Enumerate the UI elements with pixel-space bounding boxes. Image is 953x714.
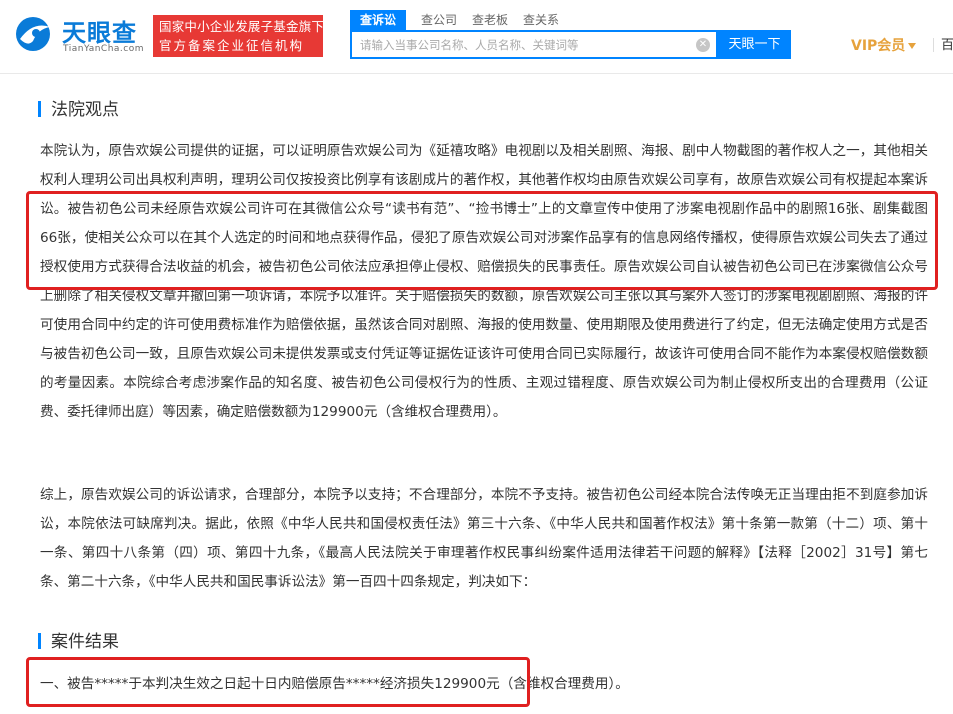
search-input[interactable] [352,32,692,57]
tianyancha-logo[interactable]: 天眼查 TianYanCha.com [14,11,144,57]
badge-line-2: 官方备案企业征信机构 [159,38,305,53]
vip-label: VIP会员 [851,38,906,54]
court-opinion-paragraph-2: 综上，原告欢娱公司的诉讼请求，合理部分，本院予以支持；不合理部分，本院不予支持。… [40,487,928,590]
tab-lawsuit[interactable]: 查诉讼 [350,10,407,30]
search-tabs: 查诉讼 查公司 查老板 查关系 [350,10,574,30]
search-button[interactable]: 天眼一下 [718,30,791,59]
caret-down-icon [908,43,917,49]
top-navigation-bar: 天眼查 TianYanCha.com 国家中小企业发展子基金旗下 官方备案企业征… [0,0,953,74]
logo-domain: TianYanCha.com [63,44,145,54]
case-result-paragraph-1: 一、被告*****于本判决生效之日起十日内赔偿原告*****经济损失129900… [40,676,629,692]
tab-relation[interactable]: 查关系 [523,10,559,30]
section-marker [38,101,41,117]
nav-more-item[interactable]: 百 [941,34,953,53]
court-opinion-title: 法院观点 [51,100,119,120]
badge-line-1: 国家中小企业发展子基金旗下 [159,19,325,34]
court-opinion-paragraph-1: 本院认为，原告欢娱公司提供的证据，可以证明原告欢娱公司为《延禧攻略》电视剧以及相… [40,143,928,420]
case-result-title: 案件结果 [51,632,119,652]
tab-company[interactable]: 查公司 [421,10,457,30]
section-marker [38,633,41,649]
search-box: ✕ [350,30,718,59]
official-badge: 国家中小企业发展子基金旗下 官方备案企业征信机构 [153,15,325,57]
tab-boss[interactable]: 查老板 [472,10,508,30]
court-opinion-heading: 法院观点 [38,99,119,121]
nav-divider [933,38,934,52]
logo-name: 天眼查 [62,19,137,47]
clear-icon[interactable]: ✕ [696,38,710,52]
vip-member-menu[interactable]: VIP会员 [851,35,917,55]
case-result-heading: 案件结果 [38,631,119,653]
judgment-content: 法院观点 本院认为，原告欢娱公司提供的证据，可以证明原告欢娱公司为《延禧攻略》电… [0,74,953,714]
eye-logo-icon [16,17,50,51]
